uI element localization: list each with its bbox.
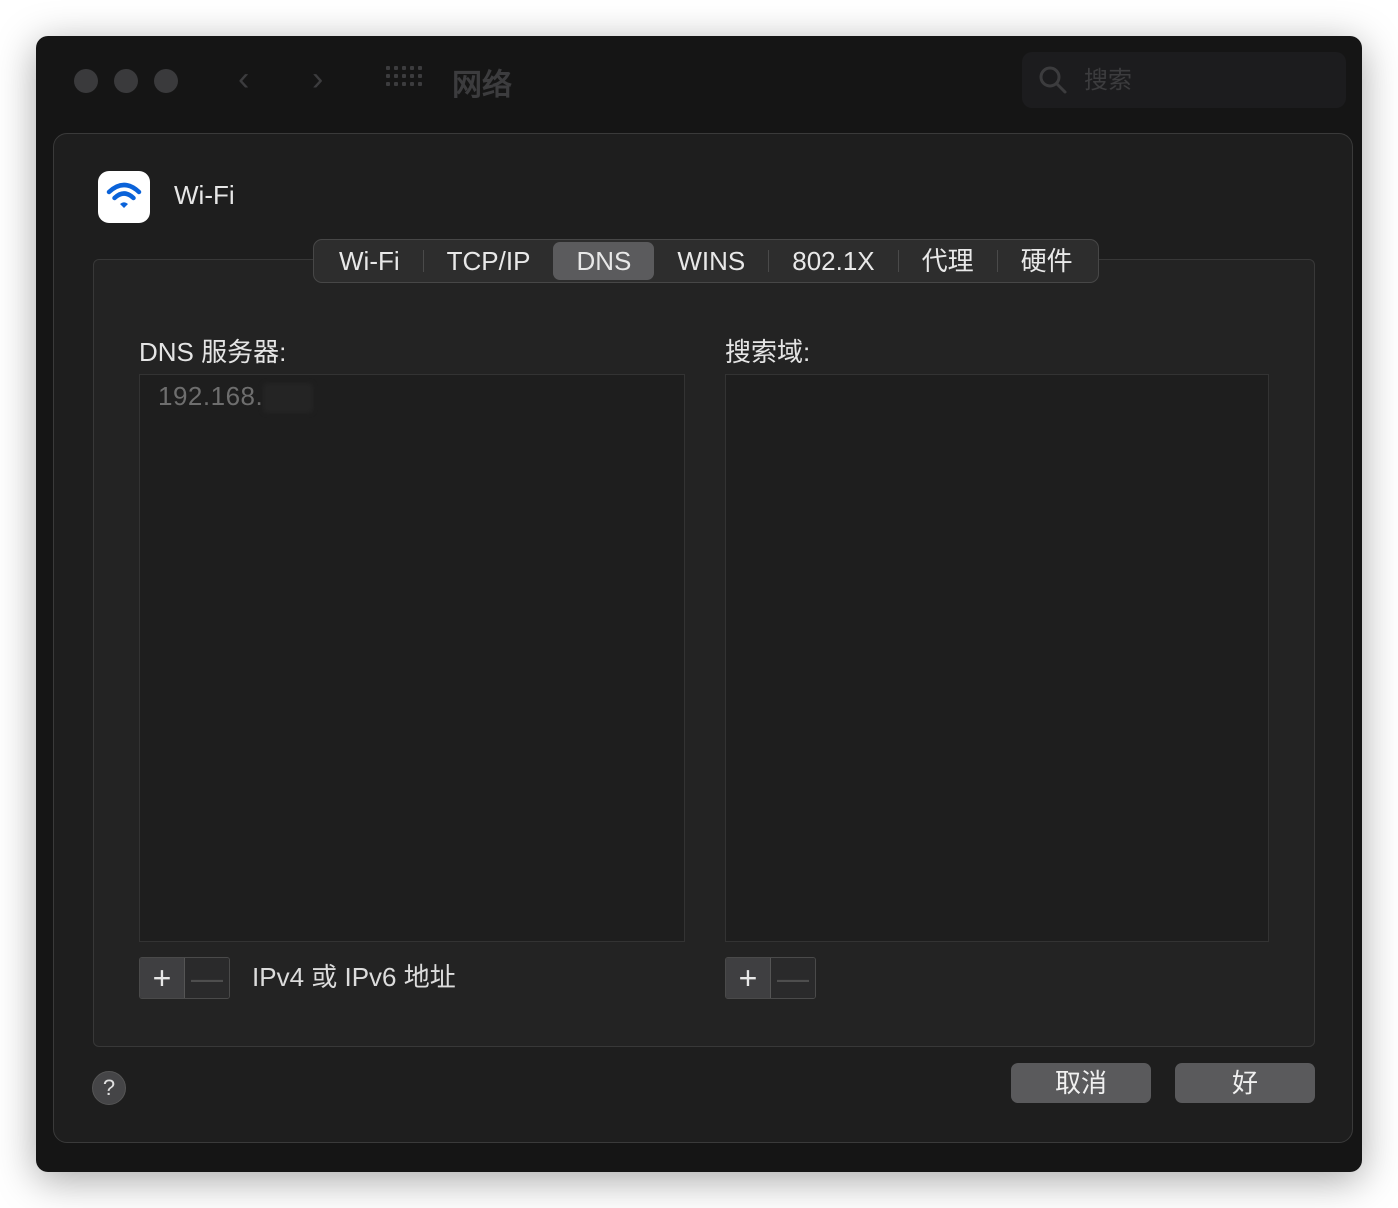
search-input[interactable] [1082, 62, 1336, 100]
tab-wins[interactable]: WINS [654, 242, 768, 280]
show-all-grid-icon[interactable] [386, 66, 422, 92]
back-arrow-icon[interactable]: ‹ [238, 62, 249, 96]
cancel-button[interactable]: 取消 [1011, 1063, 1151, 1103]
titlebar: ‹ › 网络 [36, 36, 1362, 132]
search-field[interactable] [1022, 52, 1346, 108]
dns-server-address: 192.168. [158, 381, 264, 411]
dns-servers-list[interactable]: 192.168. [139, 374, 685, 942]
ok-button[interactable]: 好 [1175, 1063, 1315, 1103]
list-item[interactable]: 192.168. [158, 381, 314, 414]
search-domains-label: 搜索域: [725, 337, 811, 367]
close-window-button[interactable] [74, 69, 98, 93]
service-name: Wi-Fi [174, 180, 235, 210]
tab-tcpip[interactable]: TCP/IP [424, 242, 554, 280]
tab-proxy[interactable]: 代理 [899, 242, 997, 280]
tab-dns[interactable]: DNS [553, 242, 655, 280]
dns-servers-label: DNS 服务器: [139, 337, 287, 367]
search-domains-list[interactable] [725, 374, 1269, 942]
tab-hardware[interactable]: 硬件 [998, 242, 1096, 280]
search-domains-add-remove-control: + — [725, 957, 816, 999]
add-dns-server-button[interactable]: + [140, 958, 185, 998]
redacted-area [263, 383, 314, 414]
minimize-window-button[interactable] [114, 69, 138, 93]
forward-arrow-icon[interactable]: › [312, 62, 323, 96]
wifi-icon [98, 171, 150, 223]
help-button[interactable]: ? [92, 1071, 126, 1105]
tab-8021x[interactable]: 802.1X [769, 242, 897, 280]
tab-wifi[interactable]: Wi-Fi [316, 242, 423, 280]
tab-bar: Wi-Fi TCP/IP DNS WINS 802.1X 代理 硬件 [313, 239, 1099, 283]
remove-dns-server-button[interactable]: — [185, 958, 229, 998]
system-preferences-window: ‹ › 网络 Wi-Fi Wi-Fi [36, 36, 1362, 1172]
search-icon [1039, 66, 1067, 94]
advanced-settings-sheet: Wi-Fi Wi-Fi TCP/IP DNS WINS 802.1X 代理 硬件… [53, 133, 1353, 1143]
add-search-domain-button[interactable]: + [726, 958, 771, 998]
dns-address-hint: IPv4 或 IPv6 地址 [252, 962, 456, 992]
dns-add-remove-control: + — [139, 957, 230, 999]
zoom-window-button[interactable] [154, 69, 178, 93]
remove-search-domain-button[interactable]: — [771, 958, 815, 998]
window-title: 网络 [452, 69, 512, 102]
